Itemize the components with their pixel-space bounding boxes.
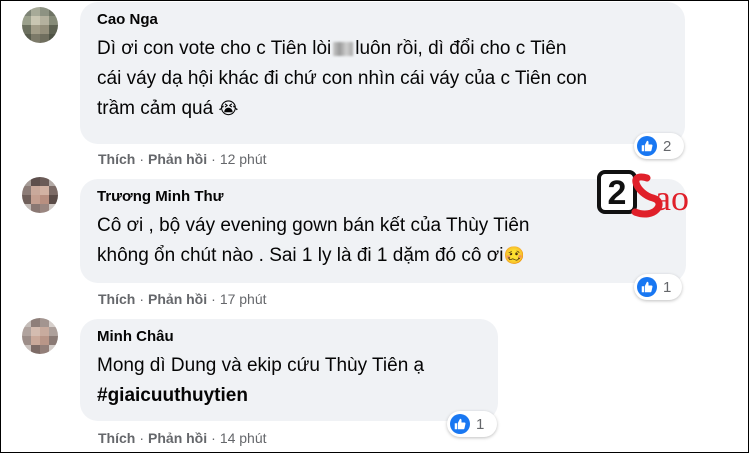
crying-emoji: 😭 <box>218 99 239 118</box>
avatar[interactable] <box>22 177 58 213</box>
comment-text: Cô ơi , bộ váy evening gown bán kết của … <box>97 215 530 267</box>
like-link[interactable]: Thích <box>98 151 135 167</box>
like-link[interactable]: Thích <box>98 430 135 446</box>
comment-time[interactable]: 12 phút <box>220 151 267 167</box>
censored-word <box>333 41 354 56</box>
hashtag-link[interactable]: #giaicuuthuytien <box>97 385 248 406</box>
avatar[interactable] <box>22 7 58 43</box>
reply-link[interactable]: Phản hồi <box>148 291 207 307</box>
like-icon <box>637 277 657 297</box>
comment-bubble: Trương Minh Thư Cô ơi , bộ váy evening g… <box>80 179 686 283</box>
comment-text: Mong dì Dung và ekip cứu Thùy Tiên ạ #gi… <box>97 355 425 406</box>
comment-actions: Thích · Phản hồi · 14 phút <box>98 430 267 446</box>
logo-number: 2 <box>608 174 627 212</box>
comment-actions: Thích · Phản hồi · 12 phút <box>98 151 267 167</box>
comment-author[interactable]: Minh Châu <box>97 327 484 347</box>
comment-time[interactable]: 14 phút <box>220 430 267 446</box>
reaction-count: 2 <box>663 137 672 155</box>
avatar[interactable] <box>22 318 58 354</box>
comment-author[interactable]: Cao Nga <box>97 10 671 30</box>
reaction-summary[interactable]: 2 <box>634 133 684 159</box>
reaction-summary[interactable]: 1 <box>447 411 497 437</box>
reaction-summary[interactable]: 1 <box>634 274 682 300</box>
logo-word: ao <box>655 178 689 218</box>
comment-actions: Thích · Phản hồi · 17 phút <box>98 291 267 307</box>
reaction-count: 1 <box>663 278 672 296</box>
comment-bubble: Cao Nga Dì ơi con vote cho c Tiên lòi luô… <box>80 2 685 144</box>
comment-text: Dì ơi con vote cho c Tiên lòi luôn rồi, d… <box>97 38 588 120</box>
reply-link[interactable]: Phản hồi <box>148 430 207 446</box>
woozy-emoji: 🥴 <box>503 246 525 265</box>
like-icon <box>450 414 470 434</box>
like-icon <box>637 136 657 156</box>
2sao-logo: 2 ao <box>597 170 689 218</box>
reply-link[interactable]: Phản hồi <box>148 151 207 167</box>
like-link[interactable]: Thích <box>98 291 135 307</box>
comment-time[interactable]: 17 phút <box>220 291 267 307</box>
comment-author[interactable]: Trương Minh Thư <box>97 187 672 207</box>
reaction-count: 1 <box>476 415 485 433</box>
comment-bubble: Minh Châu Mong dì Dung và ekip cứu Thùy … <box>80 319 498 421</box>
